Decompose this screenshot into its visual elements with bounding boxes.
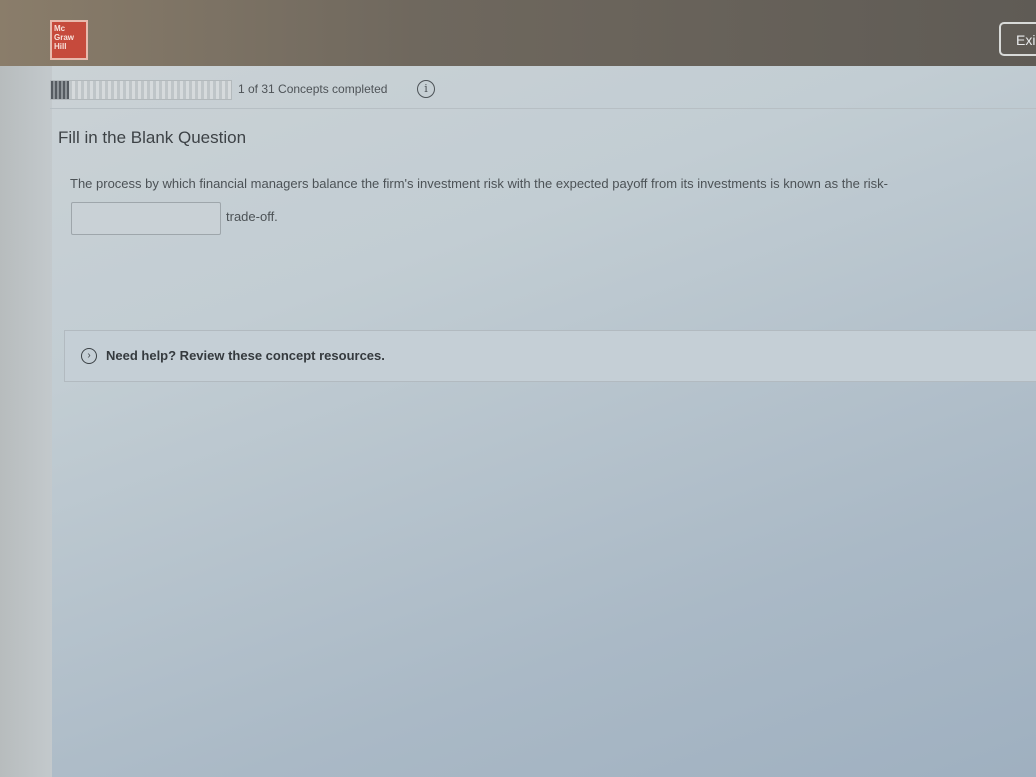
mcgraw-hill-logo: Mc Graw Hill	[50, 20, 88, 60]
progress-bar-fill	[51, 81, 69, 99]
question-text: The process by which financial managers …	[70, 176, 888, 191]
chevron-right-circle-icon[interactable]: ›	[81, 348, 97, 364]
info-icon[interactable]: i	[417, 80, 435, 98]
question-trailing-text: trade-off.	[226, 209, 278, 224]
top-bar: Mc Graw Hill Exi	[0, 0, 1036, 66]
divider	[50, 108, 1036, 109]
blank-answer-input[interactable]	[71, 202, 221, 235]
question-title: Fill in the Blank Question	[58, 128, 247, 147]
exit-button[interactable]: Exi	[999, 22, 1036, 56]
progress-bar	[50, 80, 232, 100]
help-link[interactable]: Need help? Review these concept resource…	[106, 348, 385, 363]
progress-text: 1 of 31 Concepts completed	[238, 82, 388, 96]
left-edge	[0, 66, 52, 777]
